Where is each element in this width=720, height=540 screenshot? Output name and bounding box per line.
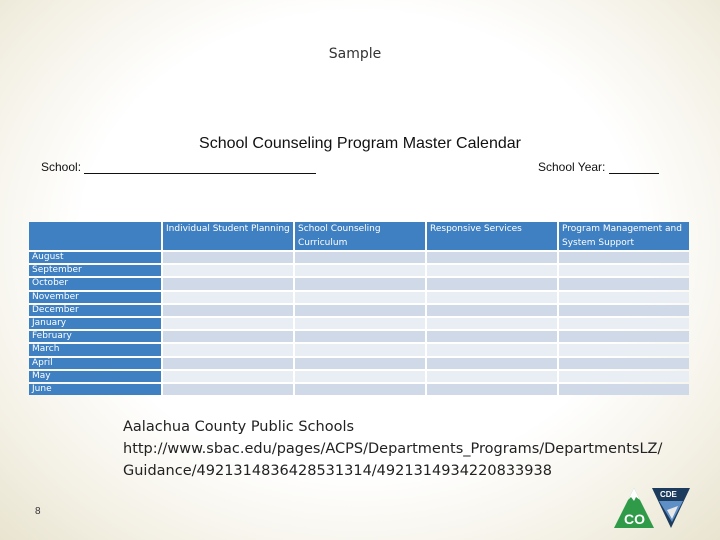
calendar-cell[interactable] bbox=[163, 383, 293, 396]
table-row: October bbox=[29, 278, 689, 290]
calendar-cell[interactable] bbox=[427, 304, 557, 316]
calendar-cell[interactable] bbox=[163, 344, 293, 356]
table-row: June bbox=[29, 383, 689, 396]
school-label: School: bbox=[41, 160, 82, 174]
month-cell: September bbox=[29, 265, 161, 277]
month-cell: March bbox=[29, 344, 161, 356]
calendar-cell[interactable] bbox=[559, 383, 689, 396]
calendar-cell[interactable] bbox=[427, 252, 557, 264]
calendar-cell[interactable] bbox=[559, 331, 689, 343]
table-row: August bbox=[29, 252, 689, 264]
table-row: September bbox=[29, 265, 689, 277]
header-cell: Program Management and System Support bbox=[559, 222, 689, 250]
calendar-cell[interactable] bbox=[295, 265, 425, 277]
calendar-cell[interactable] bbox=[295, 331, 425, 343]
calendar-cell[interactable] bbox=[559, 252, 689, 264]
svg-text:CO: CO bbox=[624, 511, 645, 527]
month-cell: May bbox=[29, 370, 161, 382]
month-cell: June bbox=[29, 383, 161, 396]
calendar-table: Individual Student Planning School Couns… bbox=[27, 220, 691, 397]
month-cell: February bbox=[29, 331, 161, 343]
calendar-cell[interactable] bbox=[295, 304, 425, 316]
calendar-cell[interactable] bbox=[295, 278, 425, 290]
calendar-cell[interactable] bbox=[163, 291, 293, 303]
calendar-cell[interactable] bbox=[295, 291, 425, 303]
school-blank bbox=[84, 161, 317, 174]
calendar-cell[interactable] bbox=[559, 344, 689, 356]
source-url-cont[interactable]: Guidance/4921314836428531314/49213149342… bbox=[123, 460, 662, 482]
calendar-cell[interactable] bbox=[295, 357, 425, 369]
calendar-cell[interactable] bbox=[295, 370, 425, 382]
calendar-cell[interactable] bbox=[427, 344, 557, 356]
calendar-cell[interactable] bbox=[163, 304, 293, 316]
sample-label: Sample bbox=[328, 46, 382, 62]
calendar-cell[interactable] bbox=[559, 278, 689, 290]
calendar-cell[interactable] bbox=[427, 278, 557, 290]
calendar-cell[interactable] bbox=[163, 370, 293, 382]
table-row: April bbox=[29, 357, 689, 369]
table-row: May bbox=[29, 370, 689, 382]
month-cell: December bbox=[29, 304, 161, 316]
calendar-cell[interactable] bbox=[559, 317, 689, 330]
school-year-label: School Year: bbox=[538, 160, 606, 174]
cde-co-logo: CO CDE bbox=[612, 486, 692, 535]
calendar-cell[interactable] bbox=[163, 265, 293, 277]
calendar-cell[interactable] bbox=[427, 383, 557, 396]
calendar-cell[interactable] bbox=[427, 265, 557, 277]
calendar-cell[interactable] bbox=[427, 370, 557, 382]
source-citation: Aalachua County Public Schools http://ww… bbox=[123, 416, 662, 482]
page-title: School Counseling Program Master Calenda… bbox=[199, 135, 521, 152]
calendar-cell[interactable] bbox=[163, 252, 293, 264]
header-cell bbox=[29, 222, 161, 250]
calendar-cell[interactable] bbox=[559, 304, 689, 316]
calendar-cell[interactable] bbox=[163, 278, 293, 290]
month-cell: August bbox=[29, 252, 161, 264]
table-row: November bbox=[29, 291, 689, 303]
source-line: Aalachua County Public Schools bbox=[123, 419, 355, 435]
school-year-blank bbox=[608, 161, 659, 174]
table-row: March bbox=[29, 344, 689, 356]
calendar-cell[interactable] bbox=[295, 252, 425, 264]
source-url[interactable]: http://www.sbac.edu/pages/ACPS/Departmen… bbox=[123, 438, 662, 460]
month-cell: November bbox=[29, 291, 161, 303]
table-row: December bbox=[29, 304, 689, 316]
calendar-cell[interactable] bbox=[295, 383, 425, 396]
slide: Sample School Counseling Program Master … bbox=[0, 0, 720, 540]
calendar-cell[interactable] bbox=[559, 370, 689, 382]
calendar-cell[interactable] bbox=[163, 317, 293, 330]
table-row: January bbox=[29, 317, 689, 330]
calendar-cell[interactable] bbox=[559, 291, 689, 303]
calendar-cell[interactable] bbox=[163, 331, 293, 343]
month-cell: January bbox=[29, 317, 161, 330]
table-row: February bbox=[29, 331, 689, 343]
calendar-cell[interactable] bbox=[427, 291, 557, 303]
table-header-row: Individual Student Planning School Couns… bbox=[29, 222, 689, 250]
header-cell: Responsive Services bbox=[427, 222, 557, 250]
calendar-cell[interactable] bbox=[163, 357, 293, 369]
header-cell: School Counseling Curriculum bbox=[295, 222, 425, 250]
header-cell: Individual Student Planning bbox=[163, 222, 293, 250]
month-cell: April bbox=[29, 357, 161, 369]
calendar-cell[interactable] bbox=[559, 265, 689, 277]
page-number: 8 bbox=[35, 506, 41, 517]
school-year-field: School Year: bbox=[538, 160, 659, 174]
calendar-cell[interactable] bbox=[559, 357, 689, 369]
calendar-cell[interactable] bbox=[427, 357, 557, 369]
calendar-cell[interactable] bbox=[427, 317, 557, 330]
calendar-cell[interactable] bbox=[295, 317, 425, 330]
month-cell: October bbox=[29, 278, 161, 290]
svg-text:CDE: CDE bbox=[660, 490, 678, 499]
calendar-cell[interactable] bbox=[427, 331, 557, 343]
calendar-cell[interactable] bbox=[295, 344, 425, 356]
school-field: School: bbox=[41, 160, 317, 174]
